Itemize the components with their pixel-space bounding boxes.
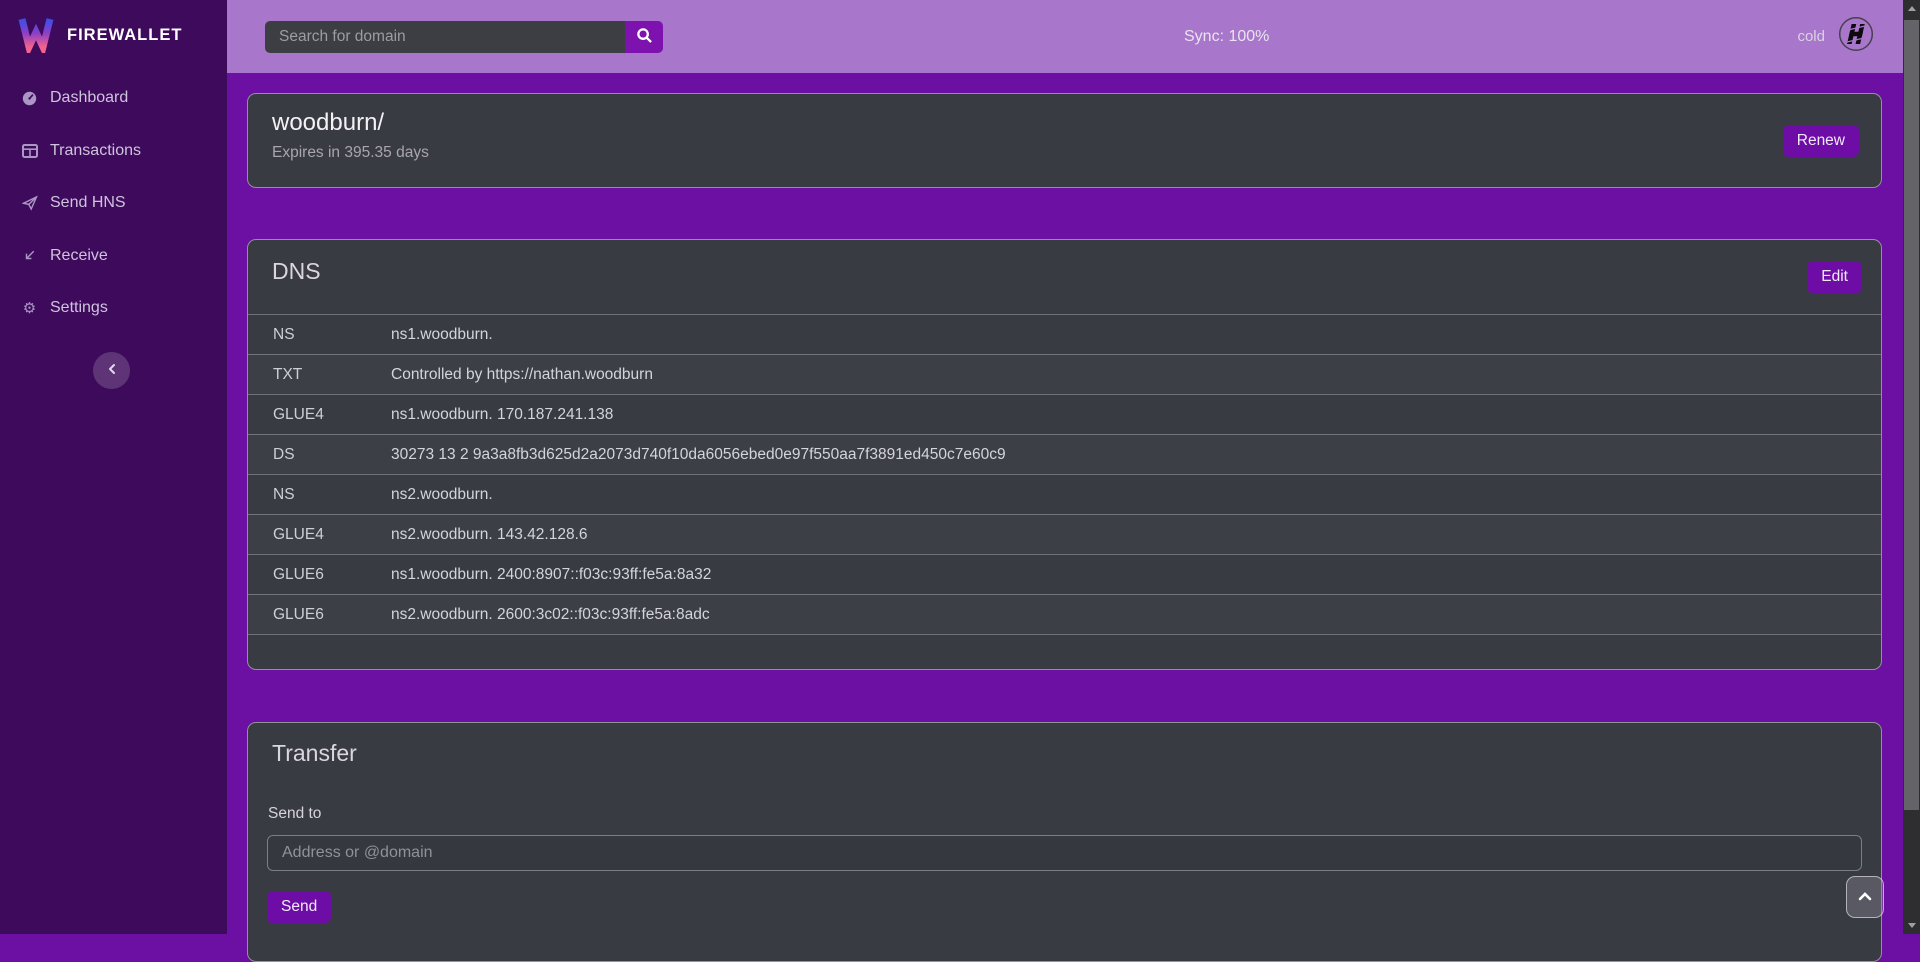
sidebar-item-label: Receive	[50, 247, 108, 265]
search-button[interactable]	[625, 21, 663, 53]
search-input[interactable]	[265, 21, 625, 53]
firewallet-logo-icon	[16, 13, 56, 58]
wallet-name: cold	[1797, 28, 1825, 45]
topbar: Sync: 100% cold	[227, 0, 1903, 73]
dns-record-type: GLUE6	[248, 566, 391, 584]
sidebar-item-label: Transactions	[50, 142, 141, 160]
dns-record-type: TXT	[248, 366, 391, 384]
domain-card: woodburn/ Expires in 395.35 days Renew	[247, 93, 1882, 188]
transfer-card: Transfer Send to Send	[247, 722, 1882, 962]
handshake-icon	[1838, 16, 1874, 57]
dns-record-row: GLUE6 ns1.woodburn. 2400:8907::f03c:93ff…	[248, 554, 1881, 594]
dns-record-row: GLUE4 ns1.woodburn. 170.187.241.138	[248, 394, 1881, 434]
wallet-selector[interactable]: cold	[1797, 0, 1874, 73]
domain-search	[265, 21, 663, 53]
page-scrollbar[interactable]	[1903, 0, 1920, 934]
app-logo[interactable]: FIREWALLET	[0, 0, 227, 58]
sidebar-item-receive[interactable]: Receive	[0, 230, 227, 283]
dns-record-value: Controlled by https://nathan.woodburn	[391, 366, 653, 384]
dns-record-value: ns2.woodburn. 143.42.128.6	[391, 526, 588, 544]
dns-record-value: ns2.woodburn.	[391, 486, 493, 504]
sidebar-collapse-button[interactable]	[93, 352, 130, 389]
chevron-up-icon	[1858, 888, 1872, 906]
sidebar-item-label: Send HNS	[50, 194, 126, 212]
domain-expiry: Expires in 395.35 days	[272, 144, 1857, 162]
transactions-icon	[20, 144, 39, 158]
dns-record-type: GLUE4	[248, 406, 391, 424]
send-button[interactable]: Send	[267, 891, 331, 923]
dashboard-icon	[20, 90, 39, 107]
dns-card: DNS Edit NS ns1.woodburn. TXT Controlled…	[247, 239, 1882, 670]
scrollbar-up-arrow[interactable]	[1903, 0, 1920, 17]
dns-record-value: 30273 13 2 9a3a8fb3d625d2a2073d740f10da6…	[391, 446, 1006, 464]
dns-record-row: DS 30273 13 2 9a3a8fb3d625d2a2073d740f10…	[248, 434, 1881, 474]
dns-record-row: NS ns1.woodburn.	[248, 314, 1881, 354]
search-icon	[636, 27, 653, 47]
sidebar-nav: Dashboard Transactions Send HNS Receive …	[0, 72, 227, 335]
send-icon	[20, 195, 39, 211]
dns-record-type: GLUE6	[248, 606, 391, 624]
chevron-left-icon	[106, 362, 118, 380]
dns-record-row: GLUE6 ns2.woodburn. 2600:3c02::f03c:93ff…	[248, 594, 1881, 634]
sidebar-item-settings[interactable]: ⚙︎ Settings	[0, 282, 227, 335]
transfer-card-title: Transfer	[272, 740, 1881, 767]
sync-status: Sync: 100%	[1184, 0, 1269, 73]
scrollbar-down-arrow[interactable]	[1903, 917, 1920, 934]
dns-record-type: DS	[248, 446, 391, 464]
dns-record-type: NS	[248, 326, 391, 344]
dns-record-type: NS	[248, 486, 391, 504]
sidebar-item-label: Settings	[50, 299, 108, 317]
scrollbar-thumb[interactable]	[1904, 20, 1919, 810]
dns-record-type: GLUE4	[248, 526, 391, 544]
dns-record-value: ns1.woodburn.	[391, 326, 493, 344]
domain-name: woodburn/	[272, 109, 1857, 137]
sidebar-item-dashboard[interactable]: Dashboard	[0, 72, 227, 125]
sidebar: FIREWALLET Dashboard Transactions Send H…	[0, 0, 227, 934]
sidebar-item-label: Dashboard	[50, 89, 128, 107]
dns-record-row: TXT Controlled by https://nathan.woodbur…	[248, 354, 1881, 394]
receive-icon	[20, 248, 39, 263]
dns-record-row: NS ns2.woodburn.	[248, 474, 1881, 514]
triangle-up-icon	[1908, 6, 1916, 11]
app-title: FIREWALLET	[67, 26, 182, 45]
triangle-down-icon	[1908, 923, 1916, 928]
send-to-label: Send to	[268, 805, 321, 823]
dns-records-table: NS ns1.woodburn. TXT Controlled by https…	[248, 314, 1881, 635]
dns-card-title: DNS	[272, 258, 1881, 285]
edit-dns-button[interactable]: Edit	[1807, 261, 1862, 293]
sidebar-item-transactions[interactable]: Transactions	[0, 125, 227, 178]
dns-record-value: ns2.woodburn. 2600:3c02::f03c:93ff:fe5a:…	[391, 606, 710, 624]
scroll-to-top-button[interactable]	[1846, 876, 1884, 918]
sidebar-item-send-hns[interactable]: Send HNS	[0, 177, 227, 230]
dns-record-value: ns1.woodburn. 2400:8907::f03c:93ff:fe5a:…	[391, 566, 711, 584]
settings-icon: ⚙︎	[20, 299, 39, 317]
dns-record-value: ns1.woodburn. 170.187.241.138	[391, 406, 613, 424]
renew-button[interactable]: Renew	[1783, 125, 1859, 157]
transfer-address-input[interactable]	[267, 835, 1862, 871]
dns-record-row: GLUE4 ns2.woodburn. 143.42.128.6	[248, 514, 1881, 554]
